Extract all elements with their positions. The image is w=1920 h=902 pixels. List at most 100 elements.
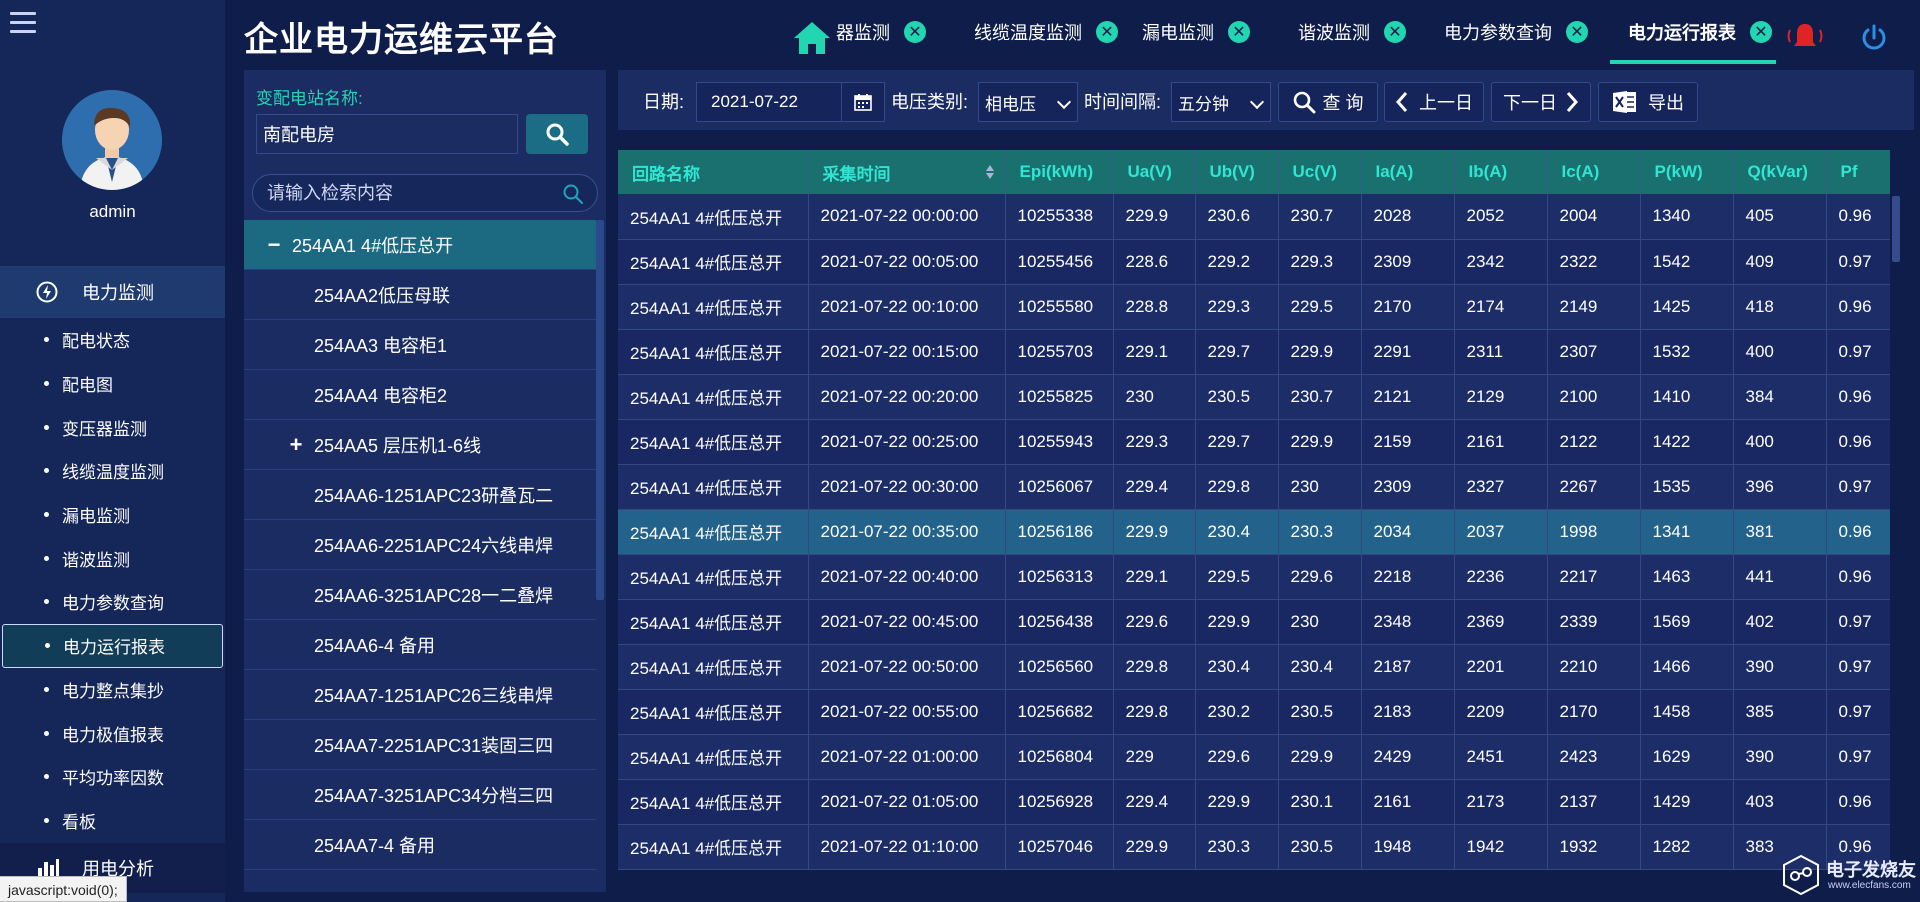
table-row[interactable]: 254AA1 4#低压总开 2021-07-22 01:00:00 10256804… <box>618 734 1890 780</box>
sidebar-item-label: 线缆温度监测 <box>62 463 164 483</box>
tree-item-label: 254AA6-4 备用 <box>314 635 436 656</box>
table-scrollbar[interactable] <box>1892 196 1900 262</box>
column-header: 回路名称 <box>618 150 809 194</box>
close-icon[interactable]: ✕ <box>1096 21 1118 43</box>
close-icon[interactable]: ✕ <box>1566 21 1588 43</box>
column-header-label: 采集时间 <box>822 164 891 184</box>
tree-item[interactable]: 254AA6-4 备用 <box>244 620 596 670</box>
table-cell: 230.5 <box>1195 374 1279 420</box>
tree-item[interactable]: 254AA2低压母联 <box>244 270 596 320</box>
alarm-bell-icon[interactable] <box>1784 22 1826 50</box>
home-icon[interactable] <box>793 20 831 56</box>
tree-scrollbar[interactable] <box>596 220 604 600</box>
table-row[interactable]: 254AA1 4#低压总开 2021-07-22 00:55:00 10256682… <box>618 689 1890 735</box>
tree-search-input[interactable] <box>252 174 598 212</box>
table-row[interactable]: 254AA1 4#低压总开 2021-07-22 01:05:00 10256928… <box>618 779 1890 825</box>
station-search-button[interactable] <box>526 114 588 154</box>
table-cell: 2174 <box>1454 284 1548 330</box>
tree-item[interactable]: +254AA5 层压机1-6线 <box>244 420 596 470</box>
table-row[interactable]: 254AA1 4#低压总开 2021-07-22 01:10:00 10257046… <box>618 824 1890 870</box>
menu-toggle-icon[interactable] <box>10 12 36 34</box>
tab[interactable]: 谐波监测 ✕ <box>1298 0 1406 64</box>
column-header[interactable]: 采集时间 <box>808 150 1006 194</box>
prev-day-button[interactable]: 上一日 <box>1384 82 1484 122</box>
calendar-button[interactable] <box>841 82 885 122</box>
table-row[interactable]: 254AA1 4#低压总开 2021-07-22 00:40:00 10256313… <box>618 554 1890 600</box>
sort-icon[interactable] <box>985 164 995 180</box>
sidebar-item[interactable]: 漏电监测 <box>0 493 225 537</box>
tree-item[interactable]: 254AA7-1251APC26三线串焊 <box>244 670 596 720</box>
collapse-icon[interactable]: − <box>264 232 284 258</box>
tree-item[interactable]: 254AA7-2251APC31装固三四 <box>244 720 596 770</box>
sidebar-item[interactable]: 谐波监测 <box>0 536 225 580</box>
sidebar-item[interactable]: 电力运行报表 <box>2 623 223 668</box>
bullet-icon <box>44 774 49 780</box>
table-row[interactable]: 254AA1 4#低压总开 2021-07-22 00:20:00 10255825… <box>618 374 1890 420</box>
date-input[interactable] <box>696 82 841 122</box>
tree-item[interactable]: 254AA4 电容柜2 <box>244 370 596 420</box>
power-icon[interactable] <box>1860 24 1888 52</box>
close-icon[interactable]: ✕ <box>904 21 926 43</box>
table-cell: 1463 <box>1640 554 1734 600</box>
sidebar-item[interactable]: 配电图 <box>0 362 225 406</box>
tree-item[interactable]: 254AA3 电容柜1 <box>244 320 596 370</box>
query-button[interactable]: 查 询 <box>1278 82 1378 122</box>
close-icon[interactable]: ✕ <box>1384 21 1406 43</box>
tab[interactable]: 线缆温度监测 ✕ <box>974 0 1118 64</box>
table-cell: 1282 <box>1640 824 1734 870</box>
tab[interactable]: 电力运行报表 ✕ <box>1610 0 1776 64</box>
tree-item[interactable]: 254AA6-3251APC28一二叠焊 <box>244 570 596 620</box>
sidebar-item[interactable]: 电力极值报表 <box>0 711 225 755</box>
search-icon[interactable] <box>562 183 584 205</box>
column-header: Ib(A) <box>1454 150 1548 194</box>
close-icon[interactable]: ✕ <box>1228 21 1250 43</box>
table-row[interactable]: 254AA1 4#低压总开 2021-07-22 00:50:00 10256560… <box>618 644 1890 690</box>
tree-item-label: 254AA6-1251APC23研叠瓦二 <box>314 485 554 506</box>
bullet-icon <box>44 555 49 561</box>
export-button[interactable]: 导出 <box>1598 82 1698 122</box>
table-cell: 229.9 <box>1195 599 1279 645</box>
tree-item-label: 254AA2低压母联 <box>314 285 451 306</box>
table-cell: 1948 <box>1361 824 1455 870</box>
table-row[interactable]: 254AA1 4#低压总开 2021-07-22 00:10:00 10255580… <box>618 284 1890 330</box>
tab[interactable]: 电力参数查询 ✕ <box>1444 0 1588 64</box>
tree-item[interactable]: 254AA7-4 备用 <box>244 820 596 870</box>
close-icon[interactable]: ✕ <box>1750 21 1772 43</box>
voltage-type-select[interactable]: 相电压 <box>978 82 1078 122</box>
sidebar-item[interactable]: 变压器监测 <box>0 405 225 449</box>
sidebar-item[interactable]: 看板 <box>0 799 225 843</box>
table-cell: 254AA1 4#低压总开 <box>618 779 809 825</box>
table-row[interactable]: 254AA1 4#低压总开 2021-07-22 00:05:00 10255456… <box>618 239 1890 285</box>
sidebar-item[interactable]: 电力参数查询 <box>0 580 225 624</box>
table-cell: 1942 <box>1454 824 1548 870</box>
tab[interactable]: 器监测 ✕ <box>836 0 926 64</box>
tree-item[interactable]: 254AA6-2251APC24六线串焊 <box>244 520 596 570</box>
tree-item[interactable]: 254AA6-1251APC23研叠瓦二 <box>244 470 596 520</box>
sidebar-item[interactable]: 平均功率因数 <box>0 755 225 799</box>
sidebar-item[interactable]: 配电状态 <box>0 318 225 362</box>
sidebar-item[interactable]: 线缆温度监测 <box>0 449 225 493</box>
table-cell: 10256313 <box>1005 554 1114 600</box>
table-row[interactable]: 254AA1 4#低压总开 2021-07-22 00:35:00 10256186… <box>618 509 1890 555</box>
table-row[interactable]: 254AA1 4#低压总开 2021-07-22 00:45:00 10256438… <box>618 599 1890 645</box>
tree-item[interactable]: −254AA1 4#低压总开 <box>244 220 596 270</box>
tree-item-label: 254AA6-3251APC28一二叠焊 <box>314 585 554 606</box>
table-cell: 2161 <box>1361 779 1455 825</box>
table-row[interactable]: 254AA1 4#低压总开 2021-07-22 00:30:00 10256067… <box>618 464 1890 510</box>
sidebar-item[interactable]: 电力整点集抄 <box>0 668 225 712</box>
column-header-label: Epi(kWh) <box>1019 162 1094 181</box>
nav-group-power-monitoring[interactable]: 电力监测 <box>0 266 225 318</box>
table-row[interactable]: 254AA1 4#低压总开 2021-07-22 00:00:00 10255338… <box>618 194 1890 240</box>
chevron-down-icon <box>1056 94 1072 110</box>
sidebar-item-label: 电力极值报表 <box>62 725 164 745</box>
interval-select[interactable]: 五分钟 <box>1171 82 1271 122</box>
tab[interactable]: 漏电监测 ✕ <box>1142 0 1250 64</box>
tab-label: 谐波监测 <box>1298 23 1370 43</box>
table-row[interactable]: 254AA1 4#低压总开 2021-07-22 00:25:00 10255943… <box>618 419 1890 465</box>
table-row[interactable]: 254AA1 4#低压总开 2021-07-22 00:15:00 10255703… <box>618 329 1890 375</box>
tree-item[interactable]: 254AA7-3251APC34分档三四 <box>244 770 596 820</box>
station-name-input[interactable] <box>256 114 518 154</box>
table-cell: 254AA1 4#低压总开 <box>618 239 809 285</box>
expand-icon[interactable]: + <box>286 432 306 458</box>
next-day-button[interactable]: 下一日 <box>1491 82 1591 122</box>
